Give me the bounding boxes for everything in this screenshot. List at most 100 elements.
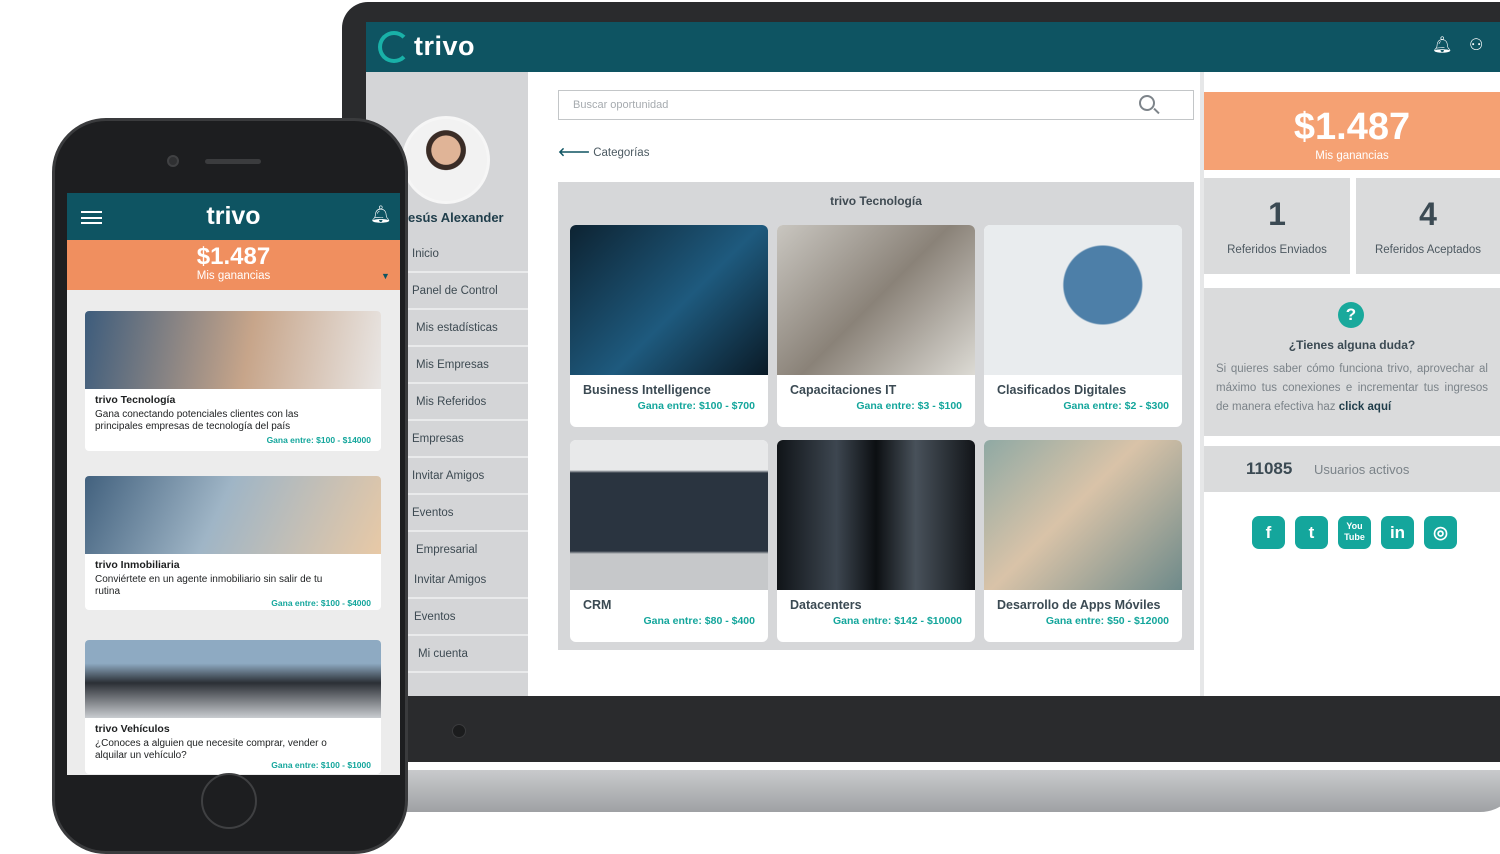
card-image: [570, 440, 768, 590]
phone-category-card[interactable]: trivo Tecnología Gana conectando potenci…: [85, 311, 381, 451]
avatar[interactable]: [402, 116, 490, 204]
phone-camera: [167, 155, 179, 167]
category-card[interactable]: Capacitaciones IT Gana entre: $3 - $100: [777, 225, 975, 427]
breadcrumb-label: Categorías: [593, 147, 650, 159]
card-name: Desarrollo de Apps Móviles: [997, 598, 1161, 612]
category-panel: trivo Tecnología Business Intelligence G…: [558, 182, 1194, 650]
card-earn: Gana entre: $142 - $10000: [832, 615, 962, 627]
bell-icon[interactable]: 🔔︎: [1432, 36, 1452, 56]
phone-home-button[interactable]: [201, 773, 257, 829]
phone-earnings-bar[interactable]: $1.487 Mis ganancias ▼: [67, 240, 400, 290]
earnings-amount: $1.487: [1293, 106, 1411, 148]
card-desc: ¿Conoces a alguien que necesite comprar,…: [95, 738, 327, 761]
card-earn: Gana entre: $3 - $100: [856, 400, 962, 412]
card-image: [777, 225, 975, 375]
breadcrumb[interactable]: 🡐 Categorías: [558, 144, 649, 159]
category-card[interactable]: CRM Gana entre: $80 - $400: [570, 440, 768, 642]
card-image: [85, 311, 381, 389]
phone-category-card[interactable]: trivo Inmobiliaria Conviértete en un age…: [85, 476, 381, 610]
sidebar-item-empresas[interactable]: Empresas: [408, 421, 528, 458]
earnings-box: $1.487 Mis ganancias: [1204, 92, 1500, 170]
card-desc: Gana conectando potenciales clientes con…: [95, 409, 299, 432]
sidebar-item-mi-cuenta[interactable]: Mi cuenta: [408, 636, 528, 673]
sidebar-item-inicio[interactable]: Inicio: [408, 236, 528, 273]
card-name: Business Intelligence: [583, 383, 711, 397]
phone-category-card[interactable]: trivo Vehículos ¿Conoces a alguien que n…: [85, 640, 381, 774]
sidebar-item-invitar-amigos-2[interactable]: Invitar Amigos: [408, 569, 528, 599]
facebook-icon[interactable]: f: [1252, 516, 1285, 549]
card-earn: Gana entre: $2 - $300: [1063, 400, 1169, 412]
active-users-count: 11085: [1246, 459, 1293, 478]
card-earn: Gana entre: $100 - $1000: [271, 760, 371, 770]
card-image: [984, 440, 1182, 590]
category-card[interactable]: Desarrollo de Apps Móviles Gana entre: $…: [984, 440, 1182, 642]
arrow-left-icon: 🡐: [558, 145, 591, 159]
sidebar-item-eventos[interactable]: Eventos: [408, 495, 528, 532]
caret-down-icon[interactable]: ▼: [381, 271, 390, 281]
section-title: trivo Tecnología: [830, 194, 922, 208]
stat-value: 1: [1268, 196, 1286, 232]
stat-referidos-aceptados: 4 Referidos Aceptados: [1356, 178, 1500, 274]
laptop-screen: trivo 🔔︎ ⚇ esús Alexander Inicio Panel d…: [366, 22, 1500, 696]
sidebar-menu: Inicio Panel de Control Mis estadísticas…: [408, 236, 528, 673]
card-earn: Gana entre: $100 - $14000: [266, 435, 371, 445]
stat-referidos-enviados: 1 Referidos Enviados: [1204, 178, 1350, 274]
sidebar-item-panel-de-control[interactable]: Panel de Control: [408, 273, 528, 310]
category-card[interactable]: Business Intelligence Gana entre: $100 -…: [570, 225, 768, 427]
youtube-icon[interactable]: You Tube: [1338, 516, 1371, 549]
card-name: CRM: [583, 598, 612, 612]
search-input[interactable]: Buscar oportunidad: [558, 90, 1194, 120]
card-desc: Conviértete en un agente inmobiliario si…: [95, 574, 323, 597]
earnings-label: Mis ganancias: [1315, 150, 1389, 162]
card-title: trivo Tecnología: [95, 394, 176, 406]
linkedin-icon[interactable]: in: [1381, 516, 1414, 549]
help-box: ? ¿Tienes alguna duda? Si quieres saber …: [1204, 288, 1500, 436]
card-earn: Gana entre: $50 - $12000: [1045, 615, 1169, 627]
card-name: Capacitaciones IT: [790, 383, 897, 397]
phone-speaker: [205, 159, 261, 164]
card-image: [777, 440, 975, 590]
sidebar-item-mis-estadisticas[interactable]: Mis estadísticas: [408, 310, 528, 347]
sidebar-item-mis-referidos[interactable]: Mis Referidos: [408, 384, 528, 421]
top-navbar: trivo 🔔︎ ⚇: [366, 22, 1500, 72]
card-earn: Gana entre: $80 - $400: [643, 615, 756, 627]
laptop-base: [360, 770, 1500, 812]
sidebar-item-mis-empresas[interactable]: Mis Empresas: [408, 347, 528, 384]
search-icon[interactable]: [1139, 95, 1155, 111]
phone-logo[interactable]: trivo: [67, 202, 400, 231]
card-name: Clasificados Digitales: [997, 383, 1127, 397]
card-image: [85, 640, 381, 718]
active-users-box: 11085 Usuarios activos: [1204, 446, 1500, 492]
social-links: f t You Tube in ◎: [1252, 516, 1472, 552]
phone-navbar: trivo 🔔︎: [67, 193, 400, 240]
twitter-icon[interactable]: t: [1295, 516, 1328, 549]
right-column: $1.487 Mis ganancias 1 Referidos Enviado…: [1204, 72, 1500, 696]
card-image: [85, 476, 381, 554]
phone-frame: trivo 🔔︎ $1.487 Mis ganancias ▼ trivo Te…: [52, 118, 408, 854]
sidebar-item-invitar-amigos[interactable]: Invitar Amigos: [408, 458, 528, 495]
help-title: ¿Tienes alguna duda?: [1288, 338, 1416, 352]
card-name: Datacenters: [790, 598, 862, 612]
app-logo[interactable]: trivo: [414, 31, 475, 62]
category-card[interactable]: Clasificados Digitales Gana entre: $2 - …: [984, 225, 1182, 427]
phone-earnings-amount: $1.487: [196, 243, 271, 270]
main-content: Buscar oportunidad 🡐 Categorías trivo Tec…: [528, 72, 1200, 696]
stat-label: Referidos Aceptados: [1374, 244, 1482, 256]
search-placeholder: Buscar oportunidad: [573, 99, 669, 111]
card-image: [984, 225, 1182, 375]
help-link[interactable]: click aquí: [1339, 401, 1391, 413]
stat-label: Referidos Enviados: [1227, 244, 1327, 256]
sidebar-item-empresarial[interactable]: Empresarial: [408, 532, 528, 569]
question-icon: ?: [1338, 302, 1364, 328]
stat-value: 4: [1419, 196, 1437, 232]
card-earn: Gana entre: $100 - $700: [637, 400, 755, 412]
phone-bell-icon[interactable]: 🔔︎: [370, 205, 392, 225]
sidebar-item-eventos-2[interactable]: Eventos: [408, 599, 528, 636]
card-image: [570, 225, 768, 375]
card-title: trivo Vehículos: [95, 723, 170, 735]
logo-ring-icon: [378, 31, 410, 63]
category-card[interactable]: Datacenters Gana entre: $142 - $10000: [777, 440, 975, 642]
card-earn: Gana entre: $100 - $4000: [271, 598, 371, 608]
user-icon[interactable]: ⚇: [1469, 36, 1483, 56]
instagram-icon[interactable]: ◎: [1424, 516, 1457, 549]
